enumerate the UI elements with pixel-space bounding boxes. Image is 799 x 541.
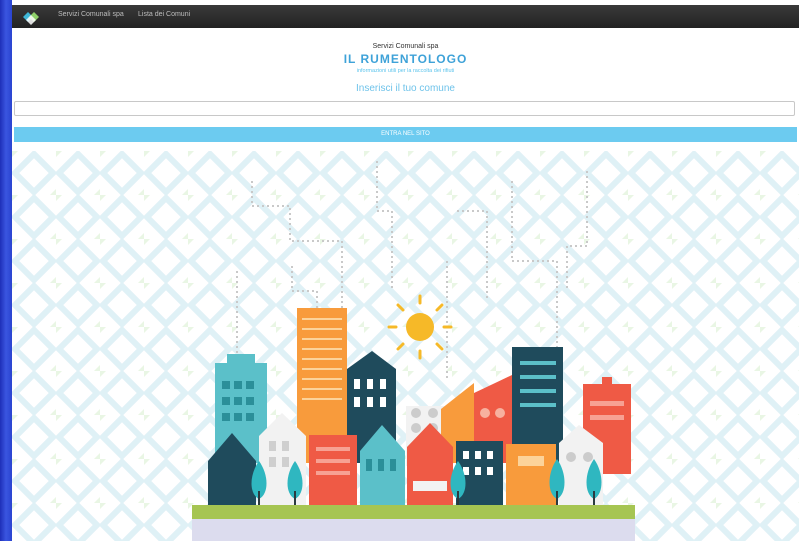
page-title: IL RUMENTOLOGO	[343, 52, 468, 66]
page-subtitle: informazioni utili per la raccolta dei r…	[356, 68, 455, 74]
comune-input[interactable]	[14, 101, 795, 116]
company-name: Servizi Comunali spa	[372, 43, 439, 50]
city-illustration	[12, 151, 799, 541]
comune-prompt: Inserisci il tuo comune	[356, 83, 455, 94]
diamond-logo-icon[interactable]	[20, 8, 42, 25]
nav-link-lista-comuni[interactable]: Lista dei Comuni	[138, 11, 190, 18]
navbar: Servizi Comunali spa Lista dei Comuni	[12, 5, 799, 28]
nav-link-servizi-comunali[interactable]: Servizi Comunali spa	[58, 11, 124, 18]
page: Servizi Comunali spa Lista dei Comuni Se…	[12, 5, 799, 541]
enter-site-button[interactable]: ENTRA NEL SITO	[14, 127, 797, 142]
